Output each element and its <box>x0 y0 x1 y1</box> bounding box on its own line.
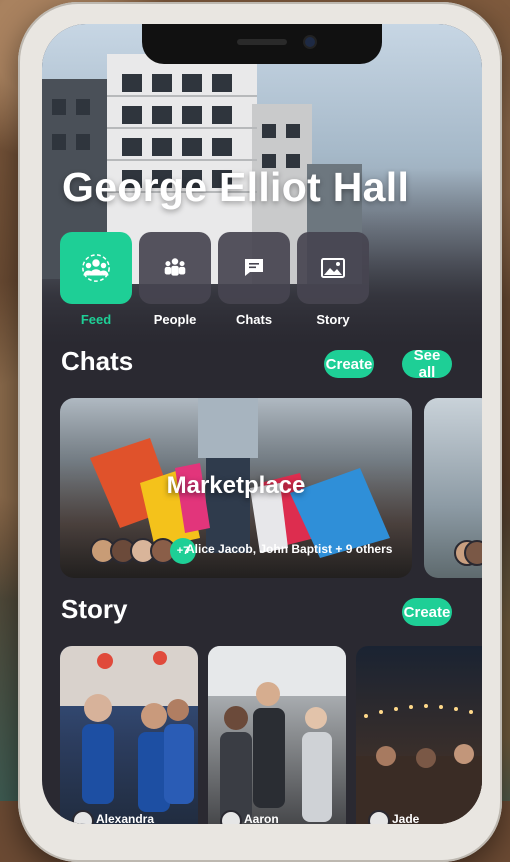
tab-chats[interactable]: Chats <box>218 232 290 327</box>
chat-card-next[interactable] <box>424 398 482 578</box>
see-all-chats-button[interactable]: See all <box>402 347 452 381</box>
notch <box>142 24 382 64</box>
tab-tile <box>218 232 290 304</box>
tab-label: Feed <box>80 312 112 327</box>
tab-people[interactable]: People <box>139 232 211 327</box>
story-photo <box>60 646 198 812</box>
create-story-button[interactable]: Create <box>402 598 452 626</box>
story-card[interactable]: Jade <box>356 646 482 824</box>
chats-heading: Chats <box>61 346 134 376</box>
tab-tile <box>60 232 132 304</box>
others-count: + 9 others <box>335 542 393 556</box>
page-title: George Elliot Hall <box>62 164 410 210</box>
story-author: Aaron <box>244 812 279 824</box>
member-names: Alice Jacob, John Baptist + 9 others <box>186 542 392 556</box>
tab-feed[interactable]: Feed <box>60 232 132 327</box>
tab-label: People <box>153 312 197 327</box>
member-list: Alice Jacob, John Baptist <box>186 542 333 556</box>
image-icon <box>321 258 345 278</box>
story-photo <box>356 704 482 824</box>
app-screen: George Elliot Hall Feed People Chats Sto… <box>42 24 482 824</box>
story-photo <box>208 646 346 822</box>
tab-tile <box>139 232 211 304</box>
tab-label: Story <box>316 312 350 327</box>
chat-card-title: Marketplace <box>166 472 306 499</box>
story-card[interactable]: Aaron <box>208 646 346 824</box>
people-group-icon <box>82 254 110 282</box>
people-icon <box>164 258 186 276</box>
tab-label: Chats <box>235 312 273 327</box>
story-author: Jade <box>392 812 420 824</box>
tab-story[interactable]: Story <box>297 232 369 327</box>
chat-bubble-icon <box>245 259 263 276</box>
story-heading: Story <box>61 594 128 624</box>
chat-card-marketplace[interactable]: Marketplace +7 Alice Jacob, John Baptist… <box>60 398 412 578</box>
story-author: Alexandra <box>96 812 155 824</box>
create-chat-button[interactable]: Create <box>324 350 374 378</box>
member-avatars: +7 <box>90 538 196 564</box>
tab-tile <box>297 232 369 304</box>
camera-icon <box>305 37 315 47</box>
tab-bar: Feed People Chats Story <box>60 232 369 327</box>
story-card[interactable]: Alexandra <box>60 646 198 824</box>
speaker <box>237 39 287 45</box>
